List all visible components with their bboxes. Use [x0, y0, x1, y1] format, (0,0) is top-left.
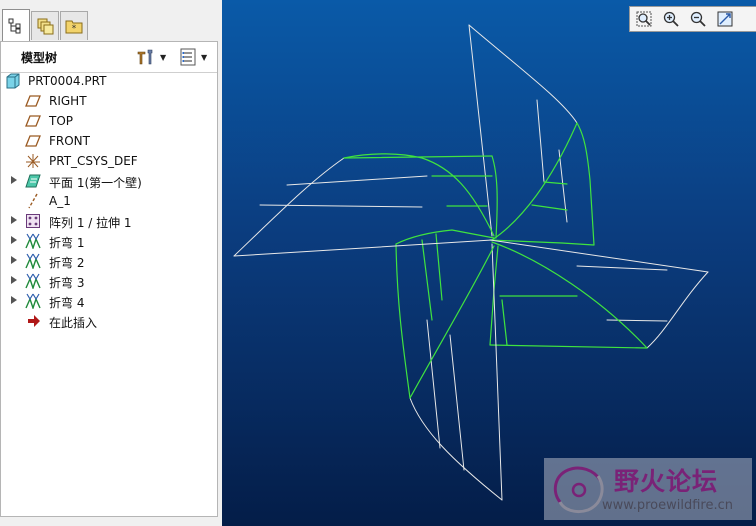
tab-layers[interactable]: [31, 11, 59, 40]
tree-item-bend-4[interactable]: 折弯 4: [1, 291, 217, 311]
model-edge: [558, 149, 568, 223]
bend-icon: [25, 293, 41, 309]
zoom-in-icon: [663, 11, 679, 27]
navigator-tabs: *: [0, 0, 222, 42]
view-toolbar: [629, 6, 756, 32]
model-edge: [343, 153, 495, 237]
model-edge: [491, 241, 648, 349]
model-edge: [426, 319, 441, 449]
forum-title: 野火论坛: [614, 467, 719, 496]
model-edge: [431, 175, 493, 207]
model-edge: [233, 157, 345, 257]
model-tree-header: 模型树 ▼ ▼: [1, 42, 217, 73]
layers-icon: [37, 18, 54, 35]
chevron-down-icon: ▼: [201, 52, 208, 62]
tree-item-right[interactable]: RIGHT: [1, 91, 217, 111]
model-tree-icon: [8, 18, 21, 34]
datum-plane-icon: [25, 95, 41, 107]
expand-arrow-icon[interactable]: [11, 216, 17, 224]
model-edge: [233, 239, 493, 257]
tab-folder-browser[interactable]: *: [60, 11, 88, 40]
svg-text:*: *: [72, 24, 77, 34]
model-edge: [395, 229, 495, 245]
tree-item-flat-wall[interactable]: 平面 1(第一个壁): [1, 171, 217, 191]
model-edge: [468, 24, 578, 124]
zoom-out-icon: [690, 11, 706, 27]
model-tree-panel: 模型树 ▼ ▼ PRT0004.PRT RIGHT TOP FRONT PRT_…: [0, 41, 218, 517]
model-edge: [491, 155, 498, 239]
tree-item-bend-3[interactable]: 折弯 3: [1, 271, 217, 291]
refit-icon: [717, 11, 733, 27]
zoom-window-icon: [636, 11, 652, 27]
datum-plane-icon: [25, 115, 41, 127]
model-edge: [576, 122, 595, 246]
bend-icon: [25, 233, 41, 249]
csys-icon: [26, 154, 40, 168]
model-edge: [468, 24, 493, 237]
tree-item-top[interactable]: TOP: [1, 111, 217, 131]
model-edge: [491, 243, 503, 501]
tree-tools-icon: [137, 49, 153, 65]
pinwheel-model[interactable]: [222, 0, 756, 526]
datum-plane-icon: [25, 135, 41, 147]
model-edge: [576, 265, 668, 271]
tree-item-bend-1[interactable]: 折弯 1: [1, 231, 217, 251]
graphics-viewport[interactable]: 野火论坛 www.proewildfire.cn: [222, 0, 756, 526]
model-edge: [409, 245, 495, 399]
tree-settings-button[interactable]: ▼: [136, 47, 172, 67]
model-edge: [449, 334, 465, 471]
expand-arrow-icon[interactable]: [11, 276, 17, 284]
model-edge: [395, 243, 411, 399]
zoom-out-button[interactable]: [687, 9, 709, 29]
model-edge: [536, 99, 545, 183]
tree-item-csys[interactable]: PRT_CSYS_DEF: [1, 151, 217, 171]
folder-star-icon: *: [65, 20, 83, 34]
model-tree-title: 模型树: [21, 51, 58, 65]
model-edge: [489, 344, 648, 349]
zoom-window-button[interactable]: [633, 9, 655, 29]
model-edge: [531, 181, 568, 211]
expand-arrow-icon[interactable]: [11, 256, 17, 264]
part-icon: [6, 73, 20, 89]
left-panel: * 模型树 ▼ ▼ PRT0004.PRT RIGHT TOP FRONT PR…: [0, 0, 222, 526]
zoom-in-button[interactable]: [660, 9, 682, 29]
tree-item-insert-here[interactable]: 在此插入: [1, 311, 217, 331]
forum-url: www.proewildfire.cn: [602, 498, 733, 513]
model-edge: [646, 271, 709, 349]
model-edge: [499, 295, 578, 346]
expand-arrow-icon[interactable]: [11, 236, 17, 244]
model-edge: [409, 397, 503, 501]
flat-wall-icon: [25, 174, 41, 188]
forum-logo-icon: [553, 466, 604, 514]
model-edge: [606, 319, 668, 322]
model-edge: [259, 204, 423, 208]
refit-button[interactable]: [714, 9, 736, 29]
expand-arrow-icon[interactable]: [11, 296, 17, 304]
model-edge: [421, 233, 443, 321]
model-edge: [286, 175, 428, 186]
chevron-down-icon: ▼: [160, 52, 167, 62]
expand-arrow-icon[interactable]: [11, 176, 17, 184]
tree-item-front[interactable]: FRONT: [1, 131, 217, 151]
tree-item-pattern[interactable]: 阵列 1 / 拉伸 1: [1, 211, 217, 231]
bend-icon: [25, 253, 41, 269]
model-edge: [343, 155, 493, 159]
forum-watermark: 野火论坛 www.proewildfire.cn: [544, 458, 752, 520]
tree-filter-button[interactable]: ▼: [179, 47, 215, 67]
bend-icon: [25, 273, 41, 289]
model-edge: [491, 122, 578, 241]
insert-here-arrow-icon: [28, 315, 40, 327]
tree-item-bend-2[interactable]: 折弯 2: [1, 251, 217, 271]
tree-filter-icon: [180, 48, 196, 66]
tree-item-part[interactable]: PRT0004.PRT: [1, 71, 217, 91]
tree-item-axis[interactable]: A_1: [1, 191, 217, 211]
tab-model-tree[interactable]: [2, 9, 30, 42]
datum-axis-icon: [28, 193, 38, 209]
pattern-icon: [26, 214, 40, 228]
